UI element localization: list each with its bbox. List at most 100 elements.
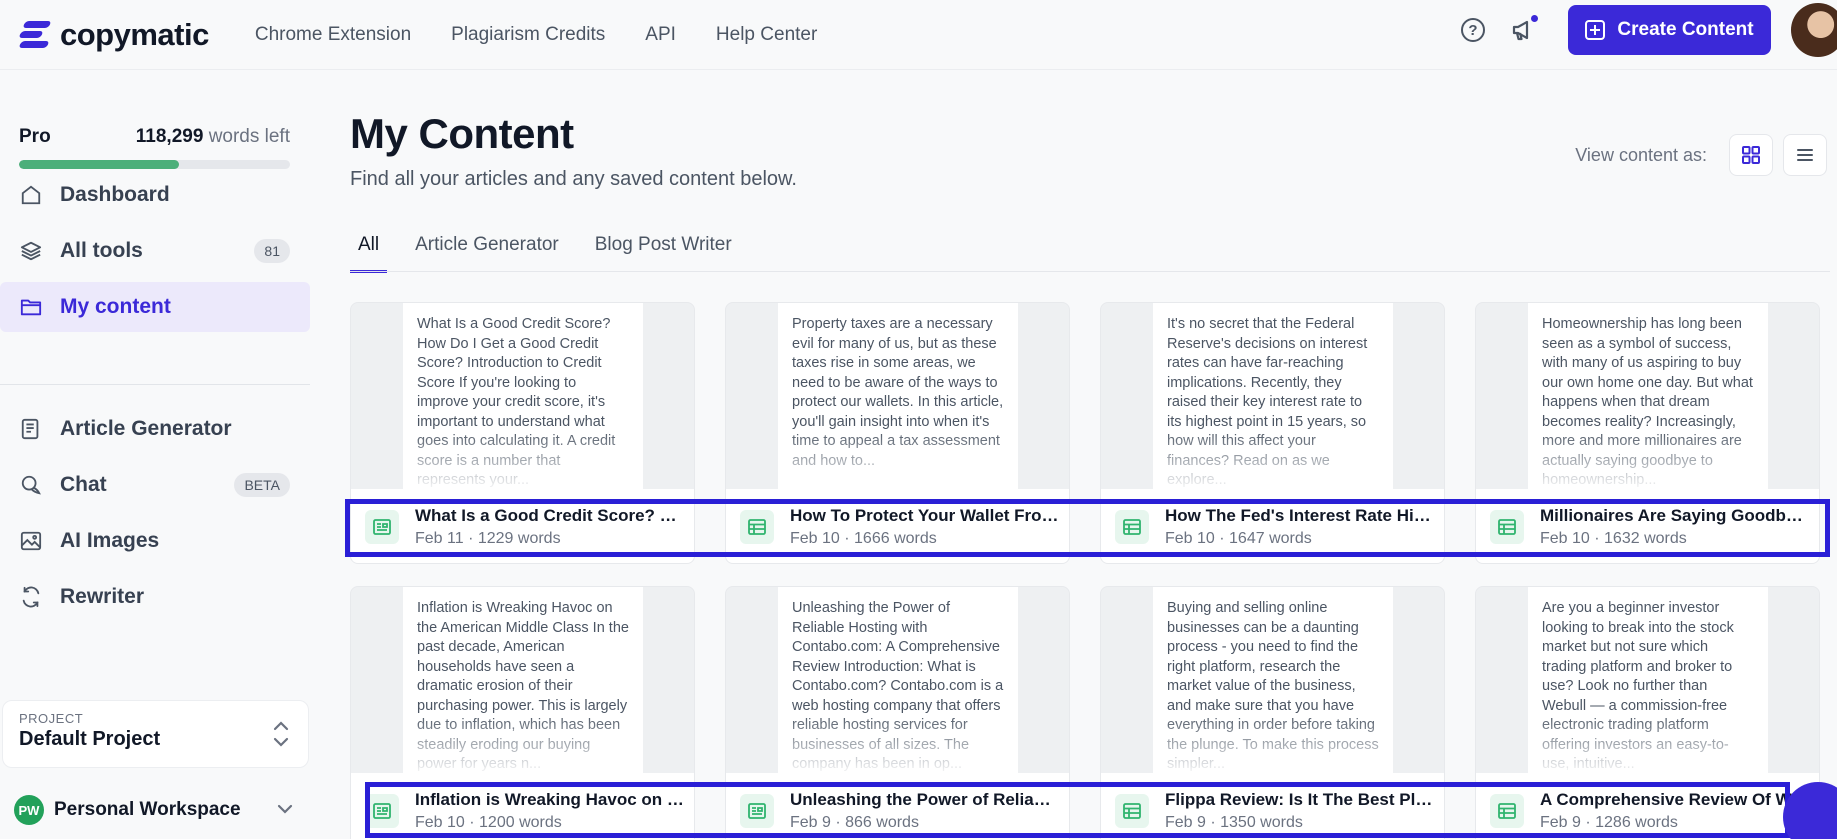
tabs-divider bbox=[350, 271, 1830, 272]
question-mark-icon: ? bbox=[1461, 18, 1485, 42]
layers-icon bbox=[19, 239, 43, 263]
sidebar-item-all-tools[interactable]: All tools 81 bbox=[0, 226, 310, 276]
card-preview-text: Property taxes are a necessary evil for … bbox=[778, 303, 1018, 489]
sidebar-item-my-content[interactable]: My content bbox=[0, 282, 310, 332]
content-card[interactable]: It's no secret that the Federal Reserve'… bbox=[1100, 302, 1445, 564]
tab-article-generator[interactable]: Article Generator bbox=[407, 234, 567, 273]
chevron-down-icon bbox=[277, 804, 293, 814]
card-meta: Feb 10 · 1200 words bbox=[415, 814, 562, 831]
card-title: Flippa Review: Is It The Best Place To B… bbox=[1165, 790, 1435, 809]
card-preview-text: It's no secret that the Federal Reserve'… bbox=[1153, 303, 1393, 489]
sidebar-item-label: My content bbox=[60, 295, 171, 318]
notification-dot bbox=[1529, 13, 1540, 24]
card-preview-text: Inflation is Wreaking Havoc on the Ameri… bbox=[403, 587, 643, 773]
card-footer: Millionaires Are Saying Goodbye To Homeo… bbox=[1476, 489, 1819, 563]
copymatic-logo[interactable]: copymatic bbox=[18, 17, 209, 53]
card-footer: How To Protect Your Wallet From Rising P… bbox=[726, 489, 1069, 563]
content-card[interactable]: Unleashing the Power of Reliable Hosting… bbox=[725, 586, 1070, 839]
article-doc-icon bbox=[365, 510, 399, 544]
content-card[interactable]: What Is a Good Credit Score? How Do I Ge… bbox=[350, 302, 695, 564]
tools-nav: Article Generator Chat BETA AI Images Re… bbox=[0, 404, 310, 628]
sidebar-item-label: Dashboard bbox=[60, 183, 170, 206]
card-preview-text: What Is a Good Credit Score? How Do I Ge… bbox=[403, 303, 643, 489]
table-doc-icon bbox=[740, 510, 774, 544]
tab-all[interactable]: All bbox=[350, 234, 388, 273]
nav-help-center[interactable]: Help Center bbox=[716, 24, 817, 46]
tools-count-badge: 81 bbox=[254, 239, 290, 263]
card-meta: Feb 10 · 1647 words bbox=[1165, 530, 1312, 547]
workspace-name: Personal Workspace bbox=[54, 799, 241, 820]
nav-api[interactable]: API bbox=[645, 24, 676, 46]
page-subtitle: Find all your articles and any saved con… bbox=[350, 168, 797, 190]
content-card[interactable]: Buying and selling online businesses can… bbox=[1100, 586, 1445, 839]
content-card[interactable]: Inflation is Wreaking Havoc on the Ameri… bbox=[350, 586, 695, 839]
plan-name: Pro bbox=[19, 126, 51, 147]
sidebar-item-article-generator[interactable]: Article Generator bbox=[0, 404, 310, 454]
top-bar: copymatic Chrome Extension Plagiarism Cr… bbox=[0, 0, 1837, 70]
sidebar-item-chat[interactable]: Chat BETA bbox=[0, 460, 310, 510]
view-label: View content as: bbox=[1575, 144, 1707, 165]
grid-view-button[interactable] bbox=[1729, 134, 1773, 176]
sidebar-item-label: Article Generator bbox=[60, 417, 232, 440]
card-footer: How The Fed's Interest Rate Hike Will Af… bbox=[1101, 489, 1444, 563]
words-left-count: 118,299 bbox=[135, 126, 204, 147]
brand-name: copymatic bbox=[60, 16, 209, 52]
content-card[interactable]: Property taxes are a necessary evil for … bbox=[725, 302, 1070, 564]
card-preview-text: Buying and selling online businesses can… bbox=[1153, 587, 1393, 773]
folder-icon bbox=[19, 295, 43, 319]
card-title: How The Fed's Interest Rate Hike Will Af… bbox=[1165, 506, 1435, 525]
project-name: Default Project bbox=[19, 728, 161, 750]
table-doc-icon bbox=[1490, 794, 1524, 828]
words-left: 118,299 words left bbox=[136, 126, 290, 148]
header-actions: ? Create Content bbox=[1458, 0, 1837, 60]
card-footer: A Comprehensive Review Of Webull Feb 9 ·… bbox=[1476, 773, 1819, 839]
project-selector[interactable]: PROJECT Default Project bbox=[2, 700, 309, 768]
card-title: Inflation is Wreaking Havoc on the Ameri… bbox=[415, 790, 685, 809]
sidebar-item-dashboard[interactable]: Dashboard bbox=[0, 170, 310, 220]
top-nav: Chrome Extension Plagiarism Credits API … bbox=[255, 24, 817, 46]
table-doc-icon bbox=[1115, 794, 1149, 828]
article-doc-icon bbox=[365, 794, 399, 828]
content-tabs: All Article Generator Blog Post Writer bbox=[350, 234, 760, 273]
words-left-suffix: words left bbox=[208, 126, 290, 147]
announcements-button[interactable] bbox=[1508, 13, 1540, 45]
card-meta: Feb 9 · 1350 words bbox=[1165, 814, 1303, 831]
sidebar-item-ai-images[interactable]: AI Images bbox=[0, 516, 310, 566]
article-icon bbox=[19, 417, 43, 441]
nav-plagiarism-credits[interactable]: Plagiarism Credits bbox=[451, 24, 605, 46]
primary-nav: Dashboard All tools 81 My content bbox=[0, 170, 310, 338]
card-preview-text: Are you a beginner investor looking to b… bbox=[1528, 587, 1768, 773]
content-card[interactable]: Are you a beginner investor looking to b… bbox=[1475, 586, 1820, 839]
image-icon bbox=[19, 529, 43, 553]
sidebar: Pro 118,299 words left Dashboard All too… bbox=[0, 70, 310, 839]
help-button[interactable]: ? bbox=[1458, 15, 1488, 45]
content-card[interactable]: Homeownership has long been seen as a sy… bbox=[1475, 302, 1820, 564]
card-title: How To Protect Your Wallet From Rising P… bbox=[790, 506, 1060, 525]
article-doc-icon bbox=[740, 794, 774, 828]
plan-usage: Pro 118,299 words left bbox=[19, 126, 290, 169]
card-meta: Feb 10 · 1666 words bbox=[790, 530, 937, 547]
card-footer: Inflation is Wreaking Havoc on the Ameri… bbox=[351, 773, 694, 839]
card-title: Unleashing the Power of Reliable Hosting… bbox=[790, 790, 1060, 809]
nav-chrome-extension[interactable]: Chrome Extension bbox=[255, 24, 411, 46]
refresh-icon bbox=[19, 585, 43, 609]
card-meta: Feb 10 · 1632 words bbox=[1540, 530, 1687, 547]
grid-icon bbox=[1742, 146, 1760, 164]
workspace-selector[interactable]: PW Personal Workspace bbox=[14, 792, 294, 828]
page-title: My Content bbox=[350, 110, 574, 157]
table-doc-icon bbox=[1115, 510, 1149, 544]
list-view-button[interactable] bbox=[1783, 134, 1827, 176]
sidebar-item-rewriter[interactable]: Rewriter bbox=[0, 572, 310, 622]
sidebar-item-label: Chat bbox=[60, 473, 107, 496]
create-content-button[interactable]: Create Content bbox=[1568, 5, 1771, 55]
card-preview-text: Unleashing the Power of Reliable Hosting… bbox=[778, 587, 1018, 773]
tab-blog-post-writer[interactable]: Blog Post Writer bbox=[587, 234, 740, 273]
card-title: What Is a Good Credit Score? How Do I Ge… bbox=[415, 506, 685, 525]
table-doc-icon bbox=[1490, 510, 1524, 544]
list-icon bbox=[1797, 149, 1813, 161]
user-avatar[interactable] bbox=[1791, 3, 1837, 57]
project-label: PROJECT bbox=[19, 711, 84, 726]
usage-progress-bar bbox=[19, 160, 290, 169]
sidebar-divider bbox=[0, 384, 310, 385]
card-title: A Comprehensive Review Of Webull bbox=[1540, 790, 1810, 809]
